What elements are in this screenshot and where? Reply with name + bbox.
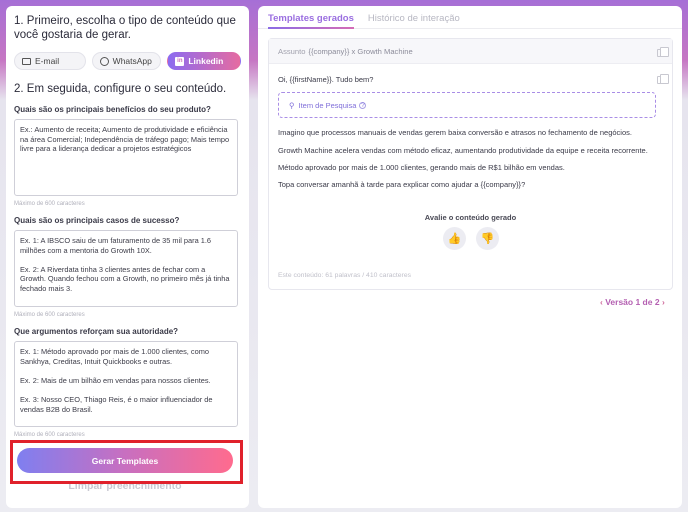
char-limit-hint: Máximo de 600 caracteres: [14, 432, 85, 438]
tab-bar: Templates gerados Histórico de interação: [258, 6, 682, 29]
research-item-box[interactable]: ⚲ Item de Pesquisa ?: [278, 92, 656, 118]
chevron-right-icon[interactable]: ›: [662, 297, 665, 307]
tab-templates[interactable]: Templates gerados: [268, 6, 354, 29]
body-paragraph: Método aprovado por mais de 1.000 client…: [278, 163, 565, 172]
char-limit-hint: Máximo de 600 caracteres: [14, 201, 85, 207]
greeting-text: Oi, {{firstName}}. Tudo bem?: [278, 75, 374, 84]
body-paragraph: Topa conversar amanhã à tarde para expli…: [278, 180, 526, 189]
success-cases-textarea[interactable]: Ex. 1: A IBSCO saiu de um faturamento de…: [14, 230, 238, 307]
body-paragraph: Growth Machine acelera vendas com método…: [278, 146, 648, 155]
benefits-textarea[interactable]: Ex.: Aumento de receita; Aumento de prod…: [14, 119, 238, 196]
thumbs-down-icon[interactable]: 👎: [476, 227, 499, 250]
content-stats: Este conteúdo: 61 palavras / 410 caracte…: [278, 272, 411, 279]
step1-title: 1. Primeiro, escolha o tipo de conteúdo …: [14, 15, 236, 41]
generate-templates-button[interactable]: Gerar Templates: [17, 448, 233, 473]
tab-history[interactable]: Histórico de interação: [368, 6, 460, 28]
char-limit-hint: Máximo de 600 caracteres: [14, 312, 85, 318]
rate-content-label: Avalie o conteúdo gerado: [424, 213, 517, 222]
thumbs-up-icon[interactable]: 👍: [443, 227, 466, 250]
channel-label: Linkedin: [188, 56, 224, 66]
whatsapp-icon: [99, 56, 109, 66]
search-icon: ⚲: [289, 100, 295, 110]
mail-icon: [22, 57, 31, 65]
research-label: Item de Pesquisa: [298, 100, 357, 110]
question-label: Quais são os principais casos de sucesso…: [14, 216, 180, 225]
version-pager: ‹ Versão 1 de 2 ›: [600, 297, 665, 307]
subject-label: Assunto: [278, 46, 306, 56]
subject-value: {{company}} x Growth Machine: [308, 46, 413, 56]
body-paragraph: Imagino que processos manuais de vendas …: [278, 128, 632, 137]
channel-label: E-mail: [35, 56, 60, 66]
help-icon: ?: [359, 101, 367, 109]
question-label: Quais são os principais benefícios do se…: [14, 105, 211, 114]
content-config-panel: 1. Primeiro, escolha o tipo de conteúdo …: [6, 6, 249, 508]
subject-row: Assunto {{company}} x Growth Machine: [269, 39, 672, 64]
step2-title: 2. Em seguida, configure o seu conteúdo.: [14, 83, 227, 95]
channel-linkedin-button[interactable]: in Linkedin: [167, 52, 241, 70]
channel-selector: E-mail WhatsApp in Linkedin: [14, 52, 241, 70]
channel-email-button[interactable]: E-mail: [14, 52, 86, 70]
copy-body-icon[interactable]: [657, 74, 669, 84]
question-label: Que argumentos reforçam sua autoridade?: [14, 327, 179, 336]
authority-textarea[interactable]: Ex. 1: Método aprovado por mais de 1.000…: [14, 341, 238, 427]
chevron-left-icon[interactable]: ‹: [600, 297, 603, 307]
linkedin-icon: in: [175, 56, 185, 66]
channel-whatsapp-button[interactable]: WhatsApp: [91, 52, 162, 70]
version-label: Versão 1 de 2: [605, 297, 660, 307]
channel-label: WhatsApp: [112, 56, 152, 66]
copy-subject-icon[interactable]: [657, 47, 669, 57]
